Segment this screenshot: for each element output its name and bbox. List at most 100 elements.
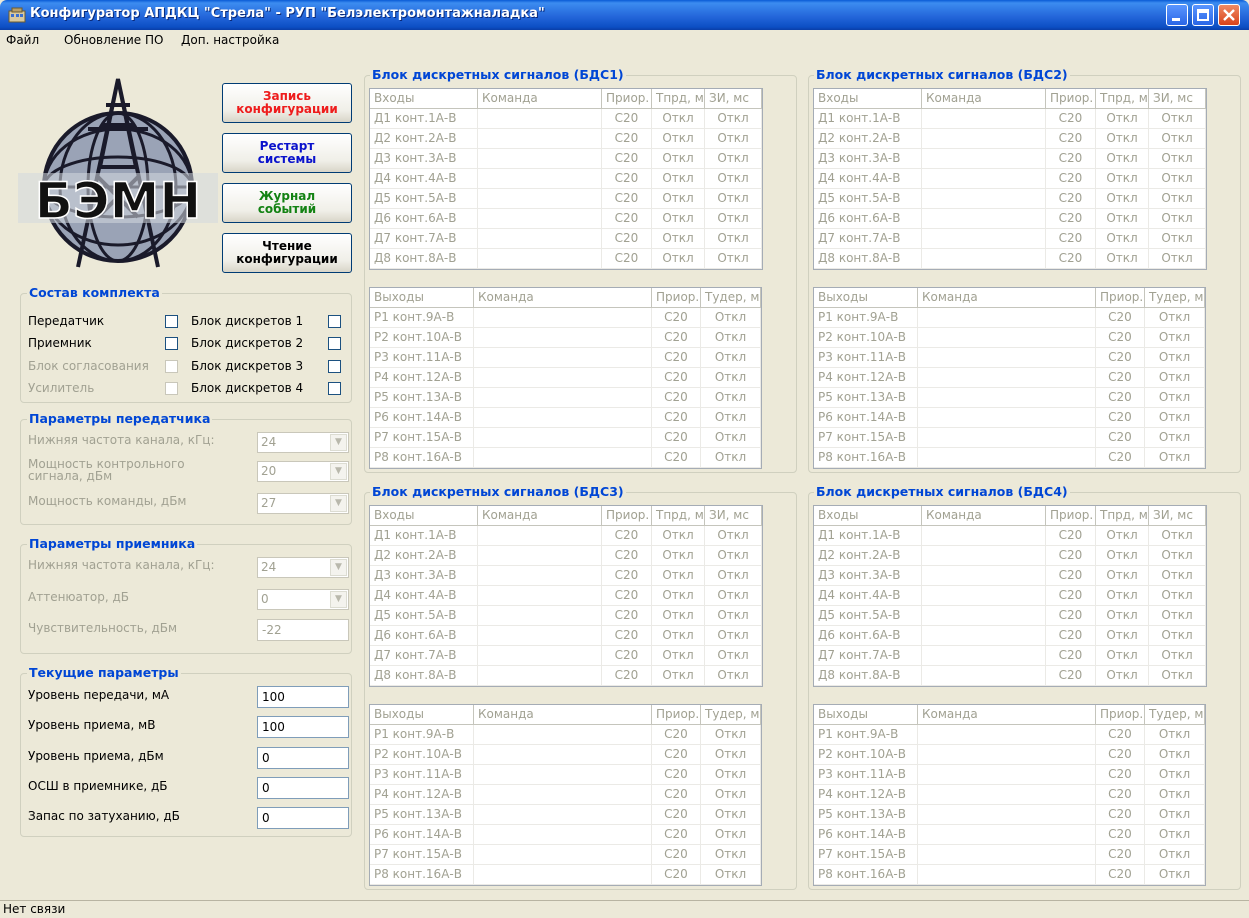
- inputs-cell[interactable]: [478, 526, 602, 546]
- inputs-cell[interactable]: Д8 конт.8А-В: [370, 666, 478, 686]
- inputs-cell[interactable]: Д2 конт.2А-В: [814, 129, 922, 149]
- tx-cmd-select[interactable]: 27 ▼: [257, 493, 349, 514]
- outputs-cell[interactable]: С20: [1096, 805, 1145, 825]
- outputs-cell[interactable]: [918, 805, 1096, 825]
- inputs-cell[interactable]: Д2 конт.2А-В: [370, 546, 478, 566]
- outputs-col-header[interactable]: Приор.: [1096, 288, 1145, 308]
- outputs-cell[interactable]: Р1 конт.9А-В: [814, 725, 918, 745]
- minimize-button[interactable]: [1166, 4, 1188, 26]
- inputs-cell[interactable]: С20: [1046, 149, 1096, 169]
- outputs-cell[interactable]: С20: [652, 725, 701, 745]
- outputs-cell[interactable]: С20: [652, 825, 701, 845]
- inputs-cell[interactable]: С20: [1046, 129, 1096, 149]
- inputs-cell[interactable]: Д5 конт.5А-В: [370, 606, 478, 626]
- inputs-cell[interactable]: Откл: [652, 149, 705, 169]
- inputs-cell[interactable]: Откл: [652, 546, 705, 566]
- outputs-cell[interactable]: Откл: [701, 785, 761, 805]
- outputs-col-header[interactable]: Приор.: [652, 705, 701, 725]
- outputs-col-header[interactable]: Команда: [474, 705, 652, 725]
- outputs-cell[interactable]: [918, 308, 1096, 328]
- inputs-cell[interactable]: Откл: [1149, 606, 1206, 626]
- inputs-cell[interactable]: Откл: [1096, 189, 1149, 209]
- outputs-row[interactable]: Р1 конт.9А-В С20 Откл: [814, 725, 1205, 745]
- outputs-cell[interactable]: Р4 конт.12А-В: [370, 785, 474, 805]
- outputs-col-header[interactable]: Команда: [918, 288, 1096, 308]
- outputs-row[interactable]: Р4 конт.12А-В С20 Откл: [370, 368, 761, 388]
- inputs-row[interactable]: Д5 конт.5А-В С20 Откл Откл: [814, 606, 1206, 626]
- inputs-row[interactable]: Д1 конт.1А-В С20 Откл Откл: [370, 109, 762, 129]
- outputs-cell[interactable]: Откл: [1145, 765, 1205, 785]
- inputs-cell[interactable]: Откл: [705, 626, 762, 646]
- inputs-row[interactable]: Д3 конт.3А-В С20 Откл Откл: [814, 149, 1206, 169]
- inputs-cell[interactable]: С20: [602, 249, 652, 269]
- outputs-cell[interactable]: Р3 конт.11А-В: [814, 348, 918, 368]
- kit-block3-checkbox[interactable]: [328, 360, 341, 373]
- inputs-cell[interactable]: [478, 189, 602, 209]
- outputs-cell[interactable]: Р7 конт.15А-В: [814, 845, 918, 865]
- outputs-cell[interactable]: Откл: [701, 448, 761, 468]
- inputs-cell[interactable]: [922, 646, 1046, 666]
- inputs-cell[interactable]: Откл: [1149, 109, 1206, 129]
- outputs-cell[interactable]: С20: [1096, 328, 1145, 348]
- outputs-cell[interactable]: [474, 408, 652, 428]
- inputs-table[interactable]: Входы Команда Приор. Тпрд, мс ЗИ, мс Д1 конт.…: [369, 88, 763, 270]
- outputs-cell[interactable]: С20: [1096, 745, 1145, 765]
- outputs-cell[interactable]: С20: [1096, 845, 1145, 865]
- inputs-row[interactable]: Д8 конт.8А-В С20 Откл Откл: [370, 666, 762, 686]
- maximize-button[interactable]: [1192, 4, 1214, 26]
- outputs-cell[interactable]: [474, 805, 652, 825]
- inputs-cell[interactable]: [478, 249, 602, 269]
- inputs-cell[interactable]: С20: [1046, 586, 1096, 606]
- outputs-cell[interactable]: [474, 765, 652, 785]
- close-button[interactable]: [1218, 4, 1240, 26]
- outputs-cell[interactable]: Откл: [1145, 865, 1205, 885]
- outputs-cell[interactable]: [918, 725, 1096, 745]
- outputs-cell[interactable]: [474, 865, 652, 885]
- outputs-row[interactable]: Р6 конт.14А-В С20 Откл: [370, 408, 761, 428]
- inputs-col-header[interactable]: Приор.: [1046, 506, 1096, 526]
- inputs-cell[interactable]: [478, 209, 602, 229]
- outputs-cell[interactable]: [918, 825, 1096, 845]
- outputs-row[interactable]: Р2 конт.10А-В С20 Откл: [814, 745, 1205, 765]
- inputs-row[interactable]: Д5 конт.5А-В С20 Откл Откл: [814, 189, 1206, 209]
- inputs-cell[interactable]: Д7 конт.7А-В: [370, 646, 478, 666]
- inputs-row[interactable]: Д7 конт.7А-В С20 Откл Откл: [370, 646, 762, 666]
- outputs-col-header[interactable]: Тудер, мс: [701, 288, 761, 308]
- outputs-row[interactable]: Р8 конт.16А-В С20 Откл: [370, 448, 761, 468]
- inputs-cell[interactable]: С20: [1046, 566, 1096, 586]
- rx-att-select[interactable]: 0 ▼: [257, 589, 349, 610]
- outputs-cell[interactable]: С20: [652, 308, 701, 328]
- inputs-cell[interactable]: Д8 конт.8А-В: [814, 249, 922, 269]
- inputs-row[interactable]: Д5 конт.5А-В С20 Откл Откл: [370, 189, 762, 209]
- inputs-row[interactable]: Д8 конт.8А-В С20 Откл Откл: [814, 249, 1206, 269]
- inputs-row[interactable]: Д7 конт.7А-В С20 Откл Откл: [814, 646, 1206, 666]
- inputs-row[interactable]: Д6 конт.6А-В С20 Откл Откл: [370, 626, 762, 646]
- inputs-cell[interactable]: Д6 конт.6А-В: [370, 626, 478, 646]
- outputs-cell[interactable]: С20: [1096, 428, 1145, 448]
- inputs-cell[interactable]: Откл: [1096, 209, 1149, 229]
- inputs-cell[interactable]: Откл: [705, 229, 762, 249]
- inputs-cell[interactable]: Откл: [1096, 109, 1149, 129]
- inputs-col-header[interactable]: Команда: [922, 506, 1046, 526]
- outputs-row[interactable]: Р8 конт.16А-В С20 Откл: [814, 865, 1205, 885]
- inputs-row[interactable]: Д4 конт.4А-В С20 Откл Откл: [814, 169, 1206, 189]
- outputs-cell[interactable]: [918, 428, 1096, 448]
- inputs-col-header[interactable]: Входы: [370, 506, 478, 526]
- outputs-cell[interactable]: С20: [1096, 368, 1145, 388]
- inputs-cell[interactable]: Д4 конт.4А-В: [814, 169, 922, 189]
- outputs-cell[interactable]: Откл: [701, 388, 761, 408]
- outputs-cell[interactable]: Откл: [1145, 805, 1205, 825]
- inputs-cell[interactable]: С20: [602, 169, 652, 189]
- inputs-cell[interactable]: Откл: [652, 566, 705, 586]
- inputs-cell[interactable]: Д7 конт.7А-В: [814, 646, 922, 666]
- outputs-row[interactable]: Р3 конт.11А-В С20 Откл: [814, 765, 1205, 785]
- outputs-col-header[interactable]: Выходы: [370, 705, 474, 725]
- outputs-cell[interactable]: Откл: [701, 825, 761, 845]
- outputs-row[interactable]: Р6 конт.14А-В С20 Откл: [814, 825, 1205, 845]
- inputs-cell[interactable]: Откл: [705, 189, 762, 209]
- inputs-cell[interactable]: Откл: [652, 606, 705, 626]
- outputs-cell[interactable]: Р2 конт.10А-В: [814, 328, 918, 348]
- inputs-row[interactable]: Д4 конт.4А-В С20 Откл Откл: [814, 586, 1206, 606]
- inputs-row[interactable]: Д1 конт.1А-В С20 Откл Откл: [370, 526, 762, 546]
- tx-ctrl-select[interactable]: 20 ▼: [257, 461, 349, 482]
